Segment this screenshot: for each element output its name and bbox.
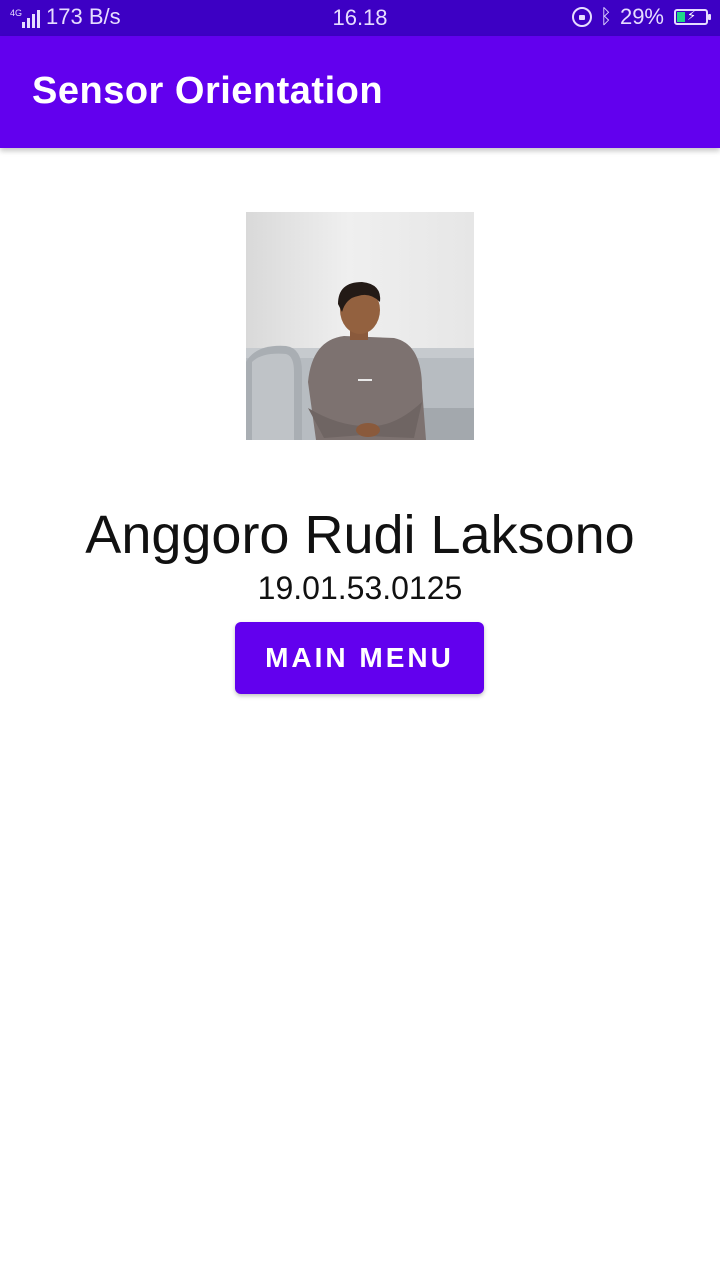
status-bar: 4G 173 B/s 16.18 ᛒ 29% ⚡ [0,0,720,36]
main-menu-button[interactable]: MAIN MENU [235,622,484,694]
student-name: Anggoro Rudi Laksono [85,505,635,565]
student-id: 19.01.53.0125 [257,570,463,606]
screen-rotation-lock-icon [571,7,592,27]
status-right: ᛒ 29% ⚡ [571,4,711,30]
battery-charging-icon: ⚡ [674,8,711,25]
battery-percent: 29% [619,4,664,29]
profile-photo [246,212,474,440]
bluetooth-icon: ᛒ [599,5,612,28]
app-title: Sensor Orientation [32,70,384,112]
app-bar: Sensor Orientation [0,36,720,148]
